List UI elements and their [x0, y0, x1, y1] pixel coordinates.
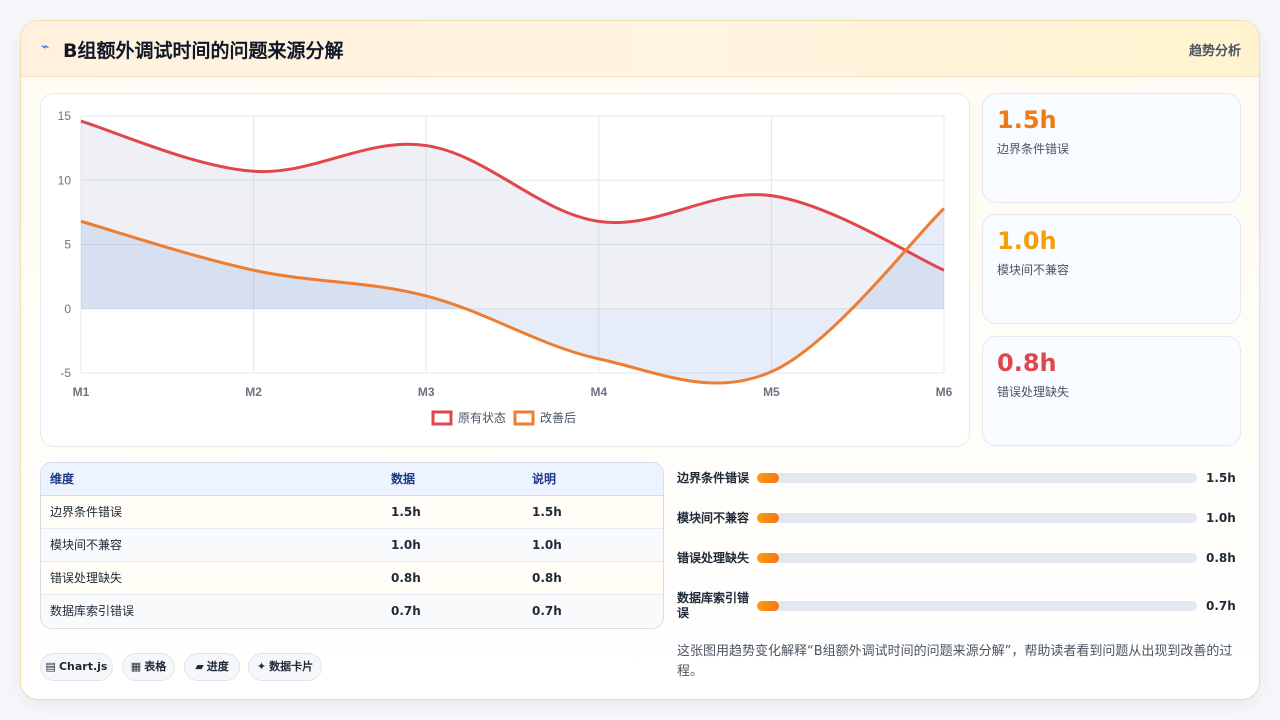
legend-swatch [431, 410, 453, 426]
chip-progress[interactable]: ▰ 进度 [184, 653, 240, 681]
table-cell: 模块间不兼容 [41, 527, 382, 561]
legend-swatch [513, 410, 535, 426]
card-title: B组额外调试时间的问题来源分解 [63, 40, 344, 62]
table-cell: 1.0h [382, 527, 523, 561]
legend-label: 原有状态 [458, 411, 506, 425]
stat-value: 1.5h [997, 106, 1057, 134]
chart-icon: ▤ [45, 660, 56, 673]
table-header-cell: 维度 [41, 463, 382, 496]
y-tick-label: 10 [58, 173, 72, 187]
x-tick-label: M3 [418, 385, 435, 399]
table-cell: 0.7h [523, 593, 663, 627]
x-tick-label: M5 [763, 385, 780, 399]
trend-chart-panel: -5 0 5 10 15 M1 M2 M3 M4 M5 M6 原有状态 改善后 [40, 93, 970, 447]
stat-card-3: 0.8h 错误处理缺失 [982, 336, 1241, 446]
progress-fill [757, 553, 779, 563]
progress-value: 1.5h [1206, 471, 1236, 485]
progress-label: 数据库索引错误 [677, 591, 750, 620]
table-cell: 错误处理缺失 [41, 560, 382, 594]
table-row: 边界条件错误 1.5h 1.5h [41, 494, 663, 528]
table-header-row: 维度 数据 说明 [41, 463, 663, 496]
progress-track [757, 473, 1197, 483]
table-cell: 0.8h [523, 560, 663, 594]
chart-description: 这张图用趋势变化解释“B组额外调试时间的问题来源分解”，帮助读者看到问题从出现到… [677, 644, 1233, 679]
data-table: 维度 数据 说明 边界条件错误 1.5h 1.5h 模块间不兼容 1.0h 1.… [40, 462, 664, 629]
progress-fill [757, 601, 779, 611]
stat-card-1: 1.5h 边界条件错误 [982, 93, 1241, 203]
table-cell: 1.0h [523, 527, 663, 561]
y-tick-label: 5 [64, 238, 71, 252]
progress-fill [757, 473, 779, 483]
progress-label: 边界条件错误 [677, 471, 750, 485]
stat-label: 模块间不兼容 [997, 263, 1070, 277]
table-row: 数据库索引错误 0.7h 0.7h [41, 593, 663, 627]
table-header-cell: 数据 [382, 463, 523, 496]
stat-label: 错误处理缺失 [997, 385, 1070, 399]
table-header-cell: 说明 [523, 463, 663, 496]
table-cell: 边界条件错误 [41, 494, 382, 528]
table-icon: ▦ [130, 660, 142, 673]
table-cell: 0.7h [382, 593, 523, 627]
stat-value: 1.0h [997, 227, 1057, 255]
progress-icon: ▰ [195, 660, 204, 673]
chip-data-cards[interactable]: ✦ 数据卡片 [248, 653, 322, 681]
progress-value: 0.8h [1206, 551, 1236, 565]
trend-chart: -5 0 5 10 15 M1 M2 M3 M4 M5 M6 原有状态 改善后 [58, 109, 953, 426]
x-tick-label: M6 [936, 385, 953, 399]
table-row: 错误处理缺失 0.8h 0.8h [41, 560, 663, 594]
progress-label: 错误处理缺失 [677, 551, 750, 565]
x-tick-label: M2 [245, 385, 262, 399]
table-cell: 数据库索引错误 [41, 593, 382, 627]
card-header: ⌁ B组额外调试时间的问题来源分解 趋势分析 [21, 21, 1259, 77]
dashboard-card: ⌁ B组额外调试时间的问题来源分解 趋势分析 -5 0 5 10 15 M1 M2 M3 M4 M… [20, 20, 1260, 700]
sparkle-icon: ✦ [256, 660, 267, 673]
stat-card-2: 1.0h 模块间不兼容 [982, 214, 1241, 324]
progress-track [757, 601, 1197, 611]
chip-label: 数据卡片 [269, 660, 314, 673]
table-cell: 1.5h [523, 494, 663, 528]
legend-label: 改善后 [540, 410, 576, 425]
stat-value: 0.8h [997, 349, 1057, 377]
progress-fill [757, 513, 779, 523]
chip-table[interactable]: ▦ 表格 [122, 653, 175, 681]
stat-label: 边界条件错误 [997, 142, 1070, 156]
table-row: 模块间不兼容 1.0h 1.0h [41, 527, 663, 561]
x-tick-label: M1 [73, 385, 90, 399]
y-tick-label: -5 [60, 366, 71, 380]
progress-track [757, 553, 1197, 563]
x-tick-label: M4 [590, 385, 607, 399]
table-cell: 0.8h [382, 560, 523, 594]
bolt-icon: ⌁ [41, 39, 50, 55]
progress-track [757, 513, 1197, 523]
progress-value: 1.0h [1206, 511, 1236, 525]
chip-label: 进度 [206, 660, 229, 673]
progress-label: 模块间不兼容 [677, 511, 750, 525]
chip-label: Chart.js [58, 660, 108, 673]
y-tick-label: 0 [64, 302, 71, 316]
chip-label: 表格 [144, 660, 167, 673]
progress-value: 0.7h [1206, 599, 1236, 613]
chip-chartjs[interactable]: ▤ Chart.js [40, 653, 113, 681]
table-cell: 1.5h [382, 494, 523, 528]
y-tick-label: 15 [58, 109, 72, 123]
card-subtitle: 趋势分析 [1188, 44, 1241, 59]
